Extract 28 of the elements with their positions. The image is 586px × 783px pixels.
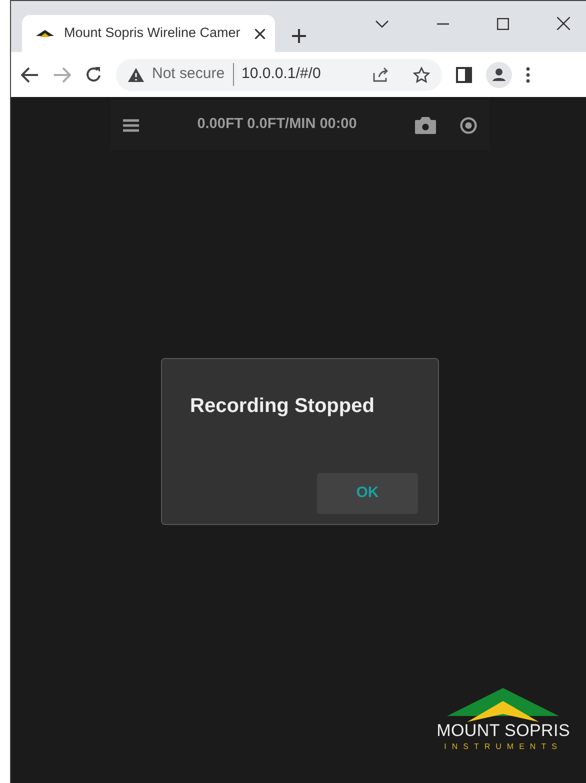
chevron-down-icon[interactable] — [375, 20, 389, 28]
side-panel-icon[interactable] — [456, 66, 472, 82]
mountain-favicon-icon — [36, 30, 54, 37]
close-icon[interactable] — [557, 17, 570, 30]
url-text: 10.0.0.1/#/0 — [242, 64, 321, 84]
logo-tagline: INSTRUMENTS — [444, 741, 562, 753]
back-arrow-icon[interactable] — [21, 66, 39, 82]
camera-icon[interactable] — [415, 116, 436, 134]
depth-speed-time-readout: 0.00FT 0.0FT/MIN 00:00 — [196, 115, 358, 134]
security-label: Not secure — [152, 63, 234, 86]
record-icon[interactable] — [460, 116, 477, 134]
tab-title: Mount Sopris Wireline Camer — [64, 24, 242, 42]
browser-tab[interactable]: Mount Sopris Wireline Camer — [22, 15, 275, 52]
mountain-logo-icon — [447, 688, 560, 722]
minimize-icon[interactable] — [437, 22, 449, 24]
share-icon[interactable] — [373, 67, 389, 82]
address-bar[interactable]: Not secure 10.0.0.1/#/0 — [116, 58, 442, 90]
maximize-icon[interactable] — [497, 18, 509, 30]
more-menu-icon[interactable] — [526, 66, 530, 82]
reload-icon[interactable] — [85, 66, 102, 83]
warning-icon — [128, 68, 144, 82]
dialog-title: Recording Stopped — [190, 394, 376, 419]
profile-avatar-icon[interactable] — [486, 62, 512, 88]
close-tab-icon[interactable] — [255, 28, 265, 38]
new-tab-icon[interactable] — [291, 28, 307, 44]
menu-icon[interactable] — [123, 118, 139, 132]
star-icon[interactable] — [413, 66, 430, 82]
logo-name: MOUNT SOPRIS — [436, 722, 570, 741]
